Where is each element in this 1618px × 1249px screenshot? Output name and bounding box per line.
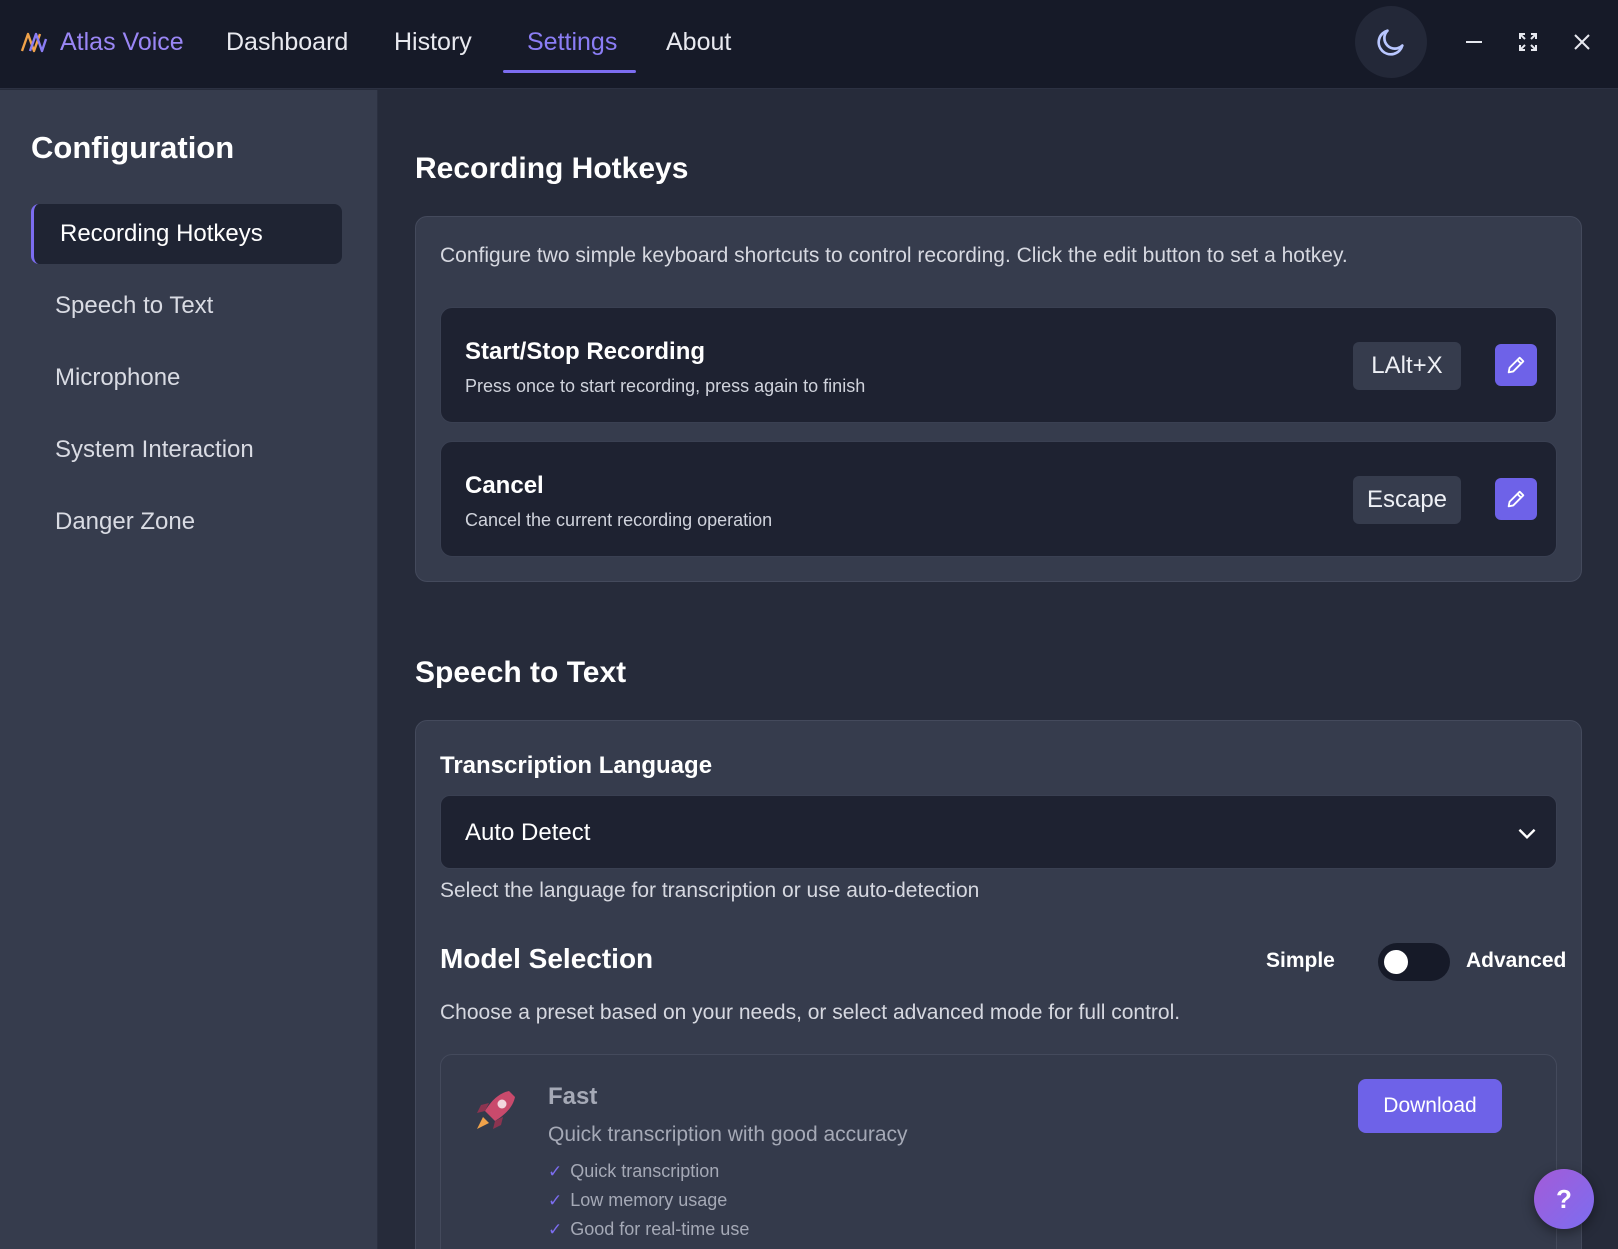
rocket-icon <box>477 1091 515 1129</box>
hotkey-key-badge: LAlt+X <box>1353 342 1461 390</box>
hotkey-title: Cancel <box>465 472 544 499</box>
edit-hotkey-button[interactable] <box>1495 344 1537 386</box>
hotkey-subtitle: Press once to start recording, press aga… <box>465 376 866 396</box>
check-icon: ✓ <box>548 1190 563 1210</box>
tab-history[interactable]: History <box>394 22 472 62</box>
preset-card-fast[interactable]: Fast Quick transcription with good accur… <box>440 1054 1557 1249</box>
sidebar-item-microphone[interactable]: Microphone <box>31 348 342 408</box>
main-content: Recording Hotkeys Configure two simple k… <box>379 90 1618 1249</box>
brand: Atlas Voice <box>20 22 184 62</box>
edit-hotkey-button[interactable] <box>1495 478 1537 520</box>
hotkey-row-cancel: Cancel Cancel the current recording oper… <box>440 441 1557 557</box>
transcription-language-label: Transcription Language <box>440 752 713 779</box>
preset-feature: ✓ Good for real-time use <box>548 1219 750 1239</box>
sidebar-item-recording-hotkeys[interactable]: Recording Hotkeys <box>31 204 342 264</box>
preset-description: Quick transcription with good accuracy <box>548 1123 908 1146</box>
toggle-label-advanced: Advanced <box>1466 949 1567 972</box>
theme-toggle-button[interactable] <box>1355 6 1427 78</box>
sidebar-title: Configuration <box>31 130 235 165</box>
preset-feature: ✓ Low memory usage <box>548 1190 728 1210</box>
active-tab-indicator <box>503 70 636 73</box>
section-title-speech-to-text: Speech to Text <box>415 656 627 689</box>
maximize-button[interactable] <box>1510 24 1546 60</box>
toggle-label-simple: Simple <box>1266 949 1335 972</box>
model-selection-title: Model Selection <box>440 943 654 974</box>
hotkeys-description: Configure two simple keyboard shortcuts … <box>440 244 1348 267</box>
toggle-knob <box>1384 950 1408 974</box>
preset-feature: ✓ Quick transcription <box>548 1161 720 1181</box>
model-help-text: Choose a preset based on your needs, or … <box>440 1001 1181 1024</box>
expand-icon <box>1519 33 1537 51</box>
download-button[interactable]: Download <box>1358 1079 1502 1133</box>
mode-toggle-switch[interactable] <box>1378 943 1450 981</box>
select-value: Auto Detect <box>465 819 591 846</box>
pencil-icon <box>1507 356 1525 374</box>
close-button[interactable] <box>1564 24 1600 60</box>
help-button[interactable]: ? <box>1534 1169 1594 1229</box>
tab-about[interactable]: About <box>666 22 731 62</box>
close-icon <box>1574 34 1590 50</box>
hotkeys-card: Configure two simple keyboard shortcuts … <box>415 216 1582 582</box>
sidebar-item-system-interaction[interactable]: System Interaction <box>31 420 342 480</box>
minimize-icon <box>1466 41 1482 43</box>
chevron-down-icon <box>1518 828 1536 840</box>
pencil-icon <box>1507 490 1525 508</box>
sidebar: Configuration Recording Hotkeys Speech t… <box>0 90 378 1249</box>
hotkey-key-badge: Escape <box>1353 476 1461 524</box>
transcription-language-select[interactable]: Auto Detect <box>440 795 1557 869</box>
top-bar: Atlas Voice Dashboard History Settings A… <box>0 0 1618 89</box>
hotkey-title: Start/Stop Recording <box>465 338 706 365</box>
hotkey-subtitle: Cancel the current recording operation <box>465 510 773 530</box>
section-title-recording-hotkeys: Recording Hotkeys <box>415 152 689 185</box>
minimize-button[interactable] <box>1456 24 1492 60</box>
check-icon: ✓ <box>548 1219 563 1239</box>
tab-settings[interactable]: Settings <box>527 22 617 62</box>
tab-dashboard[interactable]: Dashboard <box>226 22 348 62</box>
check-icon: ✓ <box>548 1161 563 1181</box>
sidebar-item-speech-to-text[interactable]: Speech to Text <box>31 276 342 336</box>
hotkey-row-start-stop: Start/Stop Recording Press once to start… <box>440 307 1557 423</box>
preset-name: Fast <box>548 1083 598 1110</box>
atlas-logo-icon <box>20 32 48 53</box>
speech-card: Transcription Language Auto Detect Selec… <box>415 720 1582 1249</box>
language-help-text: Select the language for transcription or… <box>440 879 980 902</box>
app-name: Atlas Voice <box>60 27 184 56</box>
sidebar-item-danger-zone[interactable]: Danger Zone <box>31 492 342 552</box>
moon-icon <box>1377 29 1404 56</box>
